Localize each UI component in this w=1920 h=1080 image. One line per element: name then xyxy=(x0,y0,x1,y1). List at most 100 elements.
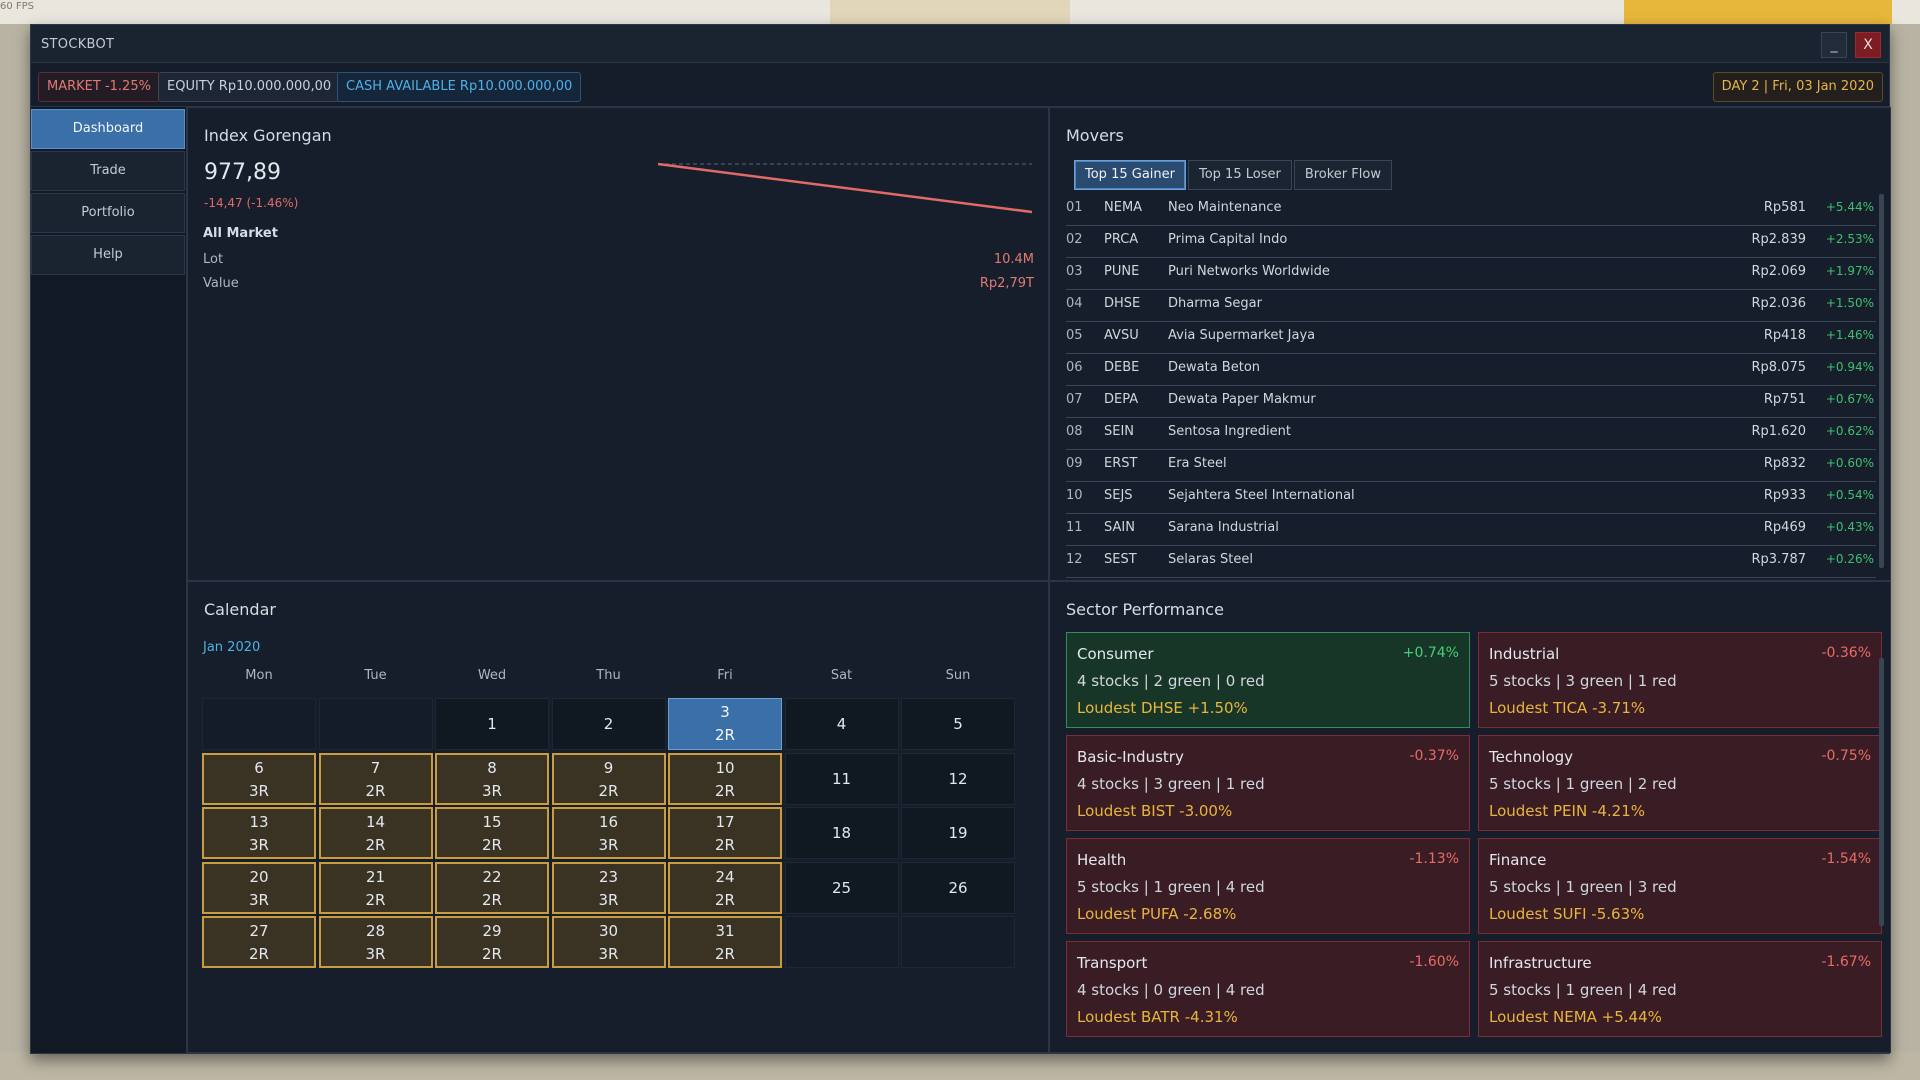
equity-badge: EQUITY Rp10.000.000,00 xyxy=(158,72,341,102)
day-number: 23 xyxy=(598,867,619,886)
sidebar-item-dashboard[interactable]: Dashboard xyxy=(31,109,185,149)
day-rounds: 2R xyxy=(715,836,735,854)
calendar-day[interactable]: 13 3R xyxy=(202,807,316,859)
sector-card[interactable]: Infrastructure -1.67% 5 stocks | 1 green |… xyxy=(1478,941,1882,1037)
calendar-empty-cell xyxy=(901,916,1015,968)
price-cell: Rp751 xyxy=(1763,392,1806,407)
calendar-day[interactable]: 11 xyxy=(784,752,899,805)
calendar-day[interactable]: 28 3R xyxy=(318,916,433,968)
day-number: 5 xyxy=(953,715,963,733)
calendar-day[interactable]: 17 2R xyxy=(668,807,782,859)
calendar-day[interactable]: 12 xyxy=(901,752,1015,805)
name-cell: Prima Capital Indo xyxy=(1168,232,1288,247)
tab-top-15-gainer[interactable]: Top 15 Gainer xyxy=(1074,160,1186,190)
close-button[interactable]: X xyxy=(1855,32,1881,58)
calendar-day[interactable]: 1 xyxy=(435,698,549,750)
table-row[interactable]: 08 SEIN Sentosa Ingredient Rp1.620 +0.62% xyxy=(1066,418,1876,450)
percent-cell: +0.94% xyxy=(1825,360,1874,374)
calendar-day[interactable]: 15 2R xyxy=(435,807,549,859)
day-of-week-label: Thu xyxy=(596,668,621,683)
name-cell: Dewata Beton xyxy=(1168,360,1261,375)
calendar-day[interactable]: 5 xyxy=(901,698,1015,750)
sidebar-item-help[interactable]: Help xyxy=(31,235,185,275)
title-bar[interactable]: STOCKBOT _ X xyxy=(31,25,1889,63)
sector-card[interactable]: Basic-Industry -0.37% 4 stocks | 3 green |… xyxy=(1066,735,1470,831)
calendar-day[interactable]: 23 3R xyxy=(551,861,666,914)
percent-cell: +1.97% xyxy=(1825,264,1874,278)
calendar-day[interactable]: 24 2R xyxy=(668,861,782,914)
window-title: STOCKBOT xyxy=(41,37,115,52)
index-value: 977,89 xyxy=(204,160,281,185)
table-row[interactable]: 12 SEST Selaras Steel Rp3.787 +0.26% xyxy=(1066,546,1876,578)
calendar-day[interactable]: 22 2R xyxy=(435,861,549,914)
day-number: 3 xyxy=(720,703,730,721)
calendar-day[interactable]: 10 2R xyxy=(668,752,782,805)
calendar-day[interactable]: 8 3R xyxy=(435,752,549,805)
sidebar-item-portfolio[interactable]: Portfolio xyxy=(31,193,185,233)
table-row[interactable]: 01 NEMA Neo Maintenance Rp581 +5.44% xyxy=(1066,194,1876,226)
sector-card[interactable]: Industrial -0.36% 5 stocks | 3 green | 1 r… xyxy=(1478,632,1882,728)
day-rounds: 2R xyxy=(715,781,735,800)
calendar-day[interactable]: 21 2R xyxy=(318,861,433,914)
sector-card[interactable]: Finance -1.54% 5 stocks | 1 green | 3 red L… xyxy=(1478,838,1882,934)
day-number: 1 xyxy=(487,715,497,733)
sector-card[interactable]: Health -1.13% 5 stocks | 1 green | 4 red Lo… xyxy=(1066,838,1470,934)
tab-broker-flow[interactable]: Broker Flow xyxy=(1293,160,1392,190)
day-number: 12 xyxy=(948,769,968,788)
table-row[interactable]: 06 DEBE Dewata Beton Rp8.075 +0.94% xyxy=(1066,354,1876,386)
calendar-day[interactable]: 2 xyxy=(551,698,666,750)
movers-panel: Movers Top 15 Gainer Top 15 Loser Broker… xyxy=(1049,107,1891,581)
day-rounds: 2R xyxy=(482,836,502,854)
tab-top-15-loser[interactable]: Top 15 Loser xyxy=(1187,160,1292,190)
table-row[interactable]: 10 SEJS Sejahtera Steel International Rp933… xyxy=(1066,482,1876,514)
calendar-day[interactable]: 14 2R xyxy=(318,807,433,859)
calendar-day[interactable]: 19 xyxy=(901,807,1015,859)
sector-scrollbar[interactable] xyxy=(1879,658,1884,926)
table-row[interactable]: 11 SAIN Sarana Industrial Rp469 +0.43% xyxy=(1066,514,1876,546)
calendar-day[interactable]: 3 2R xyxy=(668,698,782,750)
day-number: 26 xyxy=(948,878,968,897)
sector-stats: 5 stocks | 1 green | 4 red xyxy=(1489,981,1677,999)
rank-cell: 04 xyxy=(1066,296,1083,311)
sector-percent: -1.13% xyxy=(1409,851,1459,867)
sector-stats: 5 stocks | 1 green | 4 red xyxy=(1077,878,1265,896)
sector-loudest: Loudest BIST -3.00% xyxy=(1077,802,1233,820)
name-cell: Selaras Steel xyxy=(1168,552,1254,567)
sector-card[interactable]: Consumer +0.74% 4 stocks | 2 green | 0 red… xyxy=(1066,632,1470,728)
table-row[interactable]: 07 DEPA Dewata Paper Makmur Rp751 +0.67% xyxy=(1066,386,1876,418)
sector-panel: Sector Performance Consumer +0.74% 4 stock… xyxy=(1049,581,1891,1053)
table-row[interactable]: 03 PUNE Puri Networks Worldwide Rp2.069 +1.9… xyxy=(1066,258,1876,290)
sector-percent: -1.67% xyxy=(1821,954,1871,970)
sector-card[interactable]: Technology -0.75% 5 stocks | 1 green | 2 r… xyxy=(1478,735,1882,831)
table-row[interactable]: 05 AVSU Avia Supermarket Jaya Rp418 +1.46% xyxy=(1066,322,1876,354)
calendar-day[interactable]: 4 xyxy=(784,698,899,750)
day-number: 19 xyxy=(948,824,968,842)
code-cell: DHSE xyxy=(1104,296,1141,311)
table-row[interactable]: 04 DHSE Dharma Segar Rp2.036 +1.50% xyxy=(1066,290,1876,322)
sector-stats: 5 stocks | 3 green | 1 red xyxy=(1489,672,1677,690)
percent-cell: +0.62% xyxy=(1825,424,1874,438)
sector-card[interactable]: Transport -1.60% 4 stocks | 0 green | 4 re… xyxy=(1066,941,1470,1037)
calendar-day[interactable]: 26 xyxy=(901,861,1015,914)
table-row[interactable]: 02 PRCA Prima Capital Indo Rp2.839 +2.53% xyxy=(1066,226,1876,258)
calendar-day[interactable]: 30 3R xyxy=(551,916,666,968)
index-sparkline xyxy=(657,162,1033,214)
table-row[interactable]: 09 ERST Era Steel Rp832 +0.60% xyxy=(1066,450,1876,482)
calendar-day[interactable]: 31 2R xyxy=(668,916,782,968)
calendar-day[interactable]: 27 2R xyxy=(202,916,316,968)
calendar-day[interactable]: 18 xyxy=(784,807,899,859)
sidebar-item-trade[interactable]: Trade xyxy=(31,151,185,191)
calendar-day[interactable]: 9 2R xyxy=(551,752,666,805)
calendar-day[interactable]: 29 2R xyxy=(435,916,549,968)
calendar-day[interactable]: 16 3R xyxy=(551,807,666,859)
sector-loudest: Loudest BATR -4.31% xyxy=(1077,1008,1238,1026)
calendar-day[interactable]: 20 3R xyxy=(202,861,316,914)
day-rounds: 3R xyxy=(598,836,619,854)
sector-loudest: Loudest PEIN -4.21% xyxy=(1489,802,1645,820)
minimize-button[interactable]: _ xyxy=(1821,32,1847,58)
calendar-day[interactable]: 25 xyxy=(784,861,899,914)
calendar-day[interactable]: 7 2R xyxy=(318,752,433,805)
day-of-week-label: Sun xyxy=(945,668,971,683)
movers-scrollbar[interactable] xyxy=(1879,194,1884,568)
calendar-day[interactable]: 6 3R xyxy=(202,752,316,805)
